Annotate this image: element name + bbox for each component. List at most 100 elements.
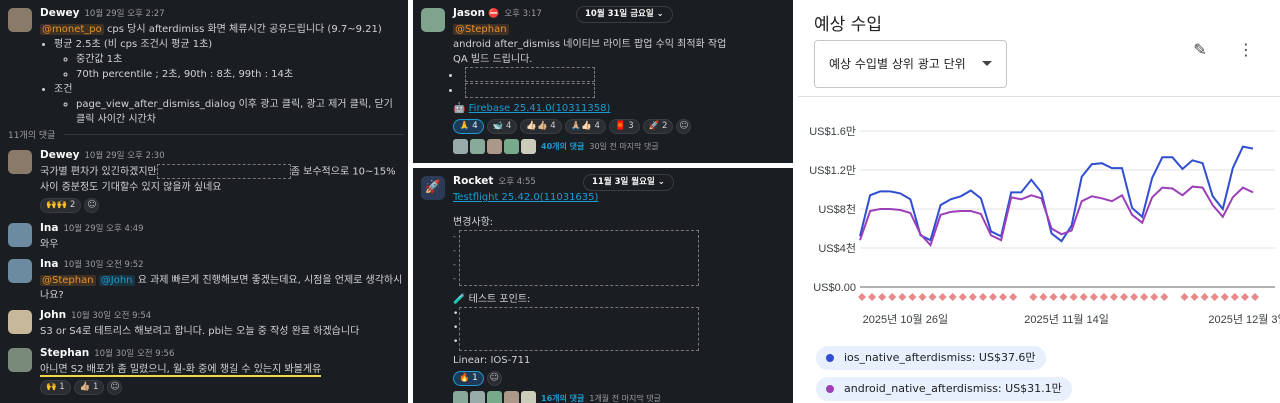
avatar[interactable] — [421, 8, 445, 32]
avatar — [453, 391, 468, 403]
bullet-text: 조건 — [54, 84, 73, 95]
avatar[interactable] — [8, 348, 32, 372]
slack-message-panel: 10월 31일 금요일 ⌄ Jason ⛔ 오후 3:17 @Stephan an… — [413, 0, 793, 163]
mention[interactable]: @Stephan — [453, 24, 509, 35]
timestamp[interactable]: 오후 3:17 — [504, 9, 541, 19]
x-tick-label: 2025년 10월 26일 — [863, 312, 948, 326]
legend-label: android_native_afterdismiss: US$31.1만 — [844, 382, 1062, 395]
reply-message: John 10월 30일 오전 9:54 S3 or S4로 테트리스 해보려고 … — [8, 308, 404, 339]
build-link[interactable]: Testflight 25.42.0(11031635) — [453, 192, 598, 203]
legend-dot — [826, 354, 834, 362]
card-title: 예상 수입 — [814, 15, 882, 35]
reaction-thumbs[interactable]: 👍🏻👍🏼 4 — [520, 119, 562, 134]
thread-summary[interactable]: 16개의 댓글 1개월 전 마지막 댓글 — [453, 391, 789, 403]
reaction-raised-hands[interactable]: 🙌 1 — [40, 380, 71, 395]
reply-count[interactable]: 16개의 댓글 — [541, 394, 584, 403]
avatar[interactable] — [8, 8, 32, 32]
linear-ticket: Linear: IOS-711 — [453, 355, 531, 366]
add-reaction-icon[interactable]: ☺ — [107, 380, 123, 395]
diamond-marker — [1069, 293, 1078, 301]
y-tick-label: US$0.00 — [813, 282, 856, 294]
message-text: S3 or S4로 테트리스 해보려고 합니다. pbi는 오늘 중 작성 완료… — [40, 326, 360, 337]
avatar[interactable] — [8, 259, 32, 283]
avatar[interactable] — [8, 310, 32, 334]
reaction-thumbs[interactable]: 🙏🏼👍🏻 4 — [564, 119, 606, 134]
avatar — [470, 391, 485, 403]
timestamp[interactable]: 10월 30일 오전 9:52 — [63, 260, 143, 270]
author-name[interactable]: Jason — [453, 7, 485, 19]
timestamp[interactable]: 10월 30일 오전 9:56 — [94, 349, 174, 359]
message: 🚀 Rocket 오후 4:55 Testflight 25.42.0(11031… — [421, 174, 789, 403]
author-name[interactable]: Rocket — [453, 175, 493, 187]
add-reaction-icon[interactable]: ☺ — [84, 197, 100, 213]
thread-summary[interactable]: 40개의 댓글 30일 전 마지막 댓글 — [453, 139, 789, 155]
build-link[interactable]: Firebase 25.41.0(10311358) — [469, 103, 611, 114]
diamond-marker — [1220, 293, 1229, 301]
author-name[interactable]: Stephan — [40, 347, 89, 359]
slack-thread-panel: Dewey 10월 29일 오후 2:27 @monet_po cps 당시 af… — [0, 0, 408, 403]
diamond-marker — [1150, 293, 1159, 301]
diamond-marker — [1029, 293, 1038, 301]
diamond-marker — [978, 293, 987, 301]
timestamp[interactable]: 10월 29일 오후 2:27 — [85, 9, 165, 19]
author-name[interactable]: Dewey — [40, 149, 80, 161]
diamond-marker — [888, 293, 897, 301]
avatar[interactable] — [8, 150, 32, 174]
y-tick-label: US$8천 — [818, 202, 856, 216]
dropdown-value: 예상 수입별 상위 광고 단위 — [829, 57, 966, 71]
legend-chip-ios[interactable]: ios_native_afterdismiss: US$37.6만 — [816, 346, 1046, 370]
android-icon: 🤖 — [453, 103, 466, 114]
timestamp[interactable]: 오후 4:55 — [498, 177, 535, 187]
add-reaction-icon[interactable]: ☺ — [676, 119, 692, 134]
mention[interactable]: @Stephan — [40, 275, 96, 286]
avatar — [504, 391, 519, 403]
reaction-rocket[interactable]: 🚀 2 — [642, 119, 674, 134]
redacted-block — [459, 230, 699, 286]
reaction-whale[interactable]: 🐋 4 — [486, 119, 518, 134]
revenue-line-chart: US$1.6만 US$1.2만 US$8천 US$4천 US$0.00 2025년 10월… — [809, 125, 1280, 326]
timestamp[interactable]: 10월 29일 오후 2:30 — [85, 151, 165, 161]
divider — [64, 134, 404, 135]
parent-message: Dewey 10월 29일 오후 2:27 @monet_po cps 당시 af… — [8, 6, 404, 127]
reaction-envelope[interactable]: 🧧 3 — [608, 119, 640, 134]
author-name[interactable]: Ina — [40, 222, 58, 234]
diamond-marker — [1230, 293, 1239, 301]
ad-unit-dropdown[interactable]: 예상 수입별 상위 광고 단위 — [814, 40, 1007, 88]
edit-pencil-icon[interactable]: ✎ — [1188, 38, 1212, 62]
y-tick-label: US$4천 — [818, 241, 856, 255]
legend-chip-android[interactable]: android_native_afterdismiss: US$31.1만 — [816, 377, 1072, 401]
reply-count: 11개의 댓글 — [8, 131, 56, 141]
rocket-icon[interactable]: 🚀 — [421, 176, 445, 200]
test-points-list: • • • — [453, 307, 789, 353]
avatar — [487, 139, 502, 154]
reaction-raised-hands[interactable]: 🙌🙌 2 — [40, 197, 82, 213]
author-name[interactable]: Dewey — [40, 7, 80, 19]
timestamp[interactable]: 10월 29일 오후 4:49 — [63, 224, 143, 234]
test-tube-icon: 🧪 — [453, 294, 466, 305]
diamond-marker — [938, 293, 947, 301]
x-tick-label: 2025년 12월 3일 — [1208, 312, 1280, 326]
bullet-text: 평균 2.5초 (비 cps 조건시 평균 1초) — [54, 39, 213, 50]
reaction-fire[interactable]: 🔥 1 — [453, 371, 484, 386]
message-text: 사이 증분정도 기대할수 있지 않을까 싶네요 — [40, 181, 222, 193]
author-name[interactable]: John — [40, 309, 66, 321]
reaction-pray[interactable]: 🙏 4 — [453, 119, 484, 134]
diamond-marker — [1140, 293, 1149, 301]
more-vert-icon[interactable]: ⋮ — [1234, 38, 1258, 62]
mention[interactable]: @monet_po — [40, 24, 104, 35]
diamond-marker — [968, 293, 977, 301]
timestamp[interactable]: 10월 30일 오전 9:54 — [71, 311, 151, 321]
avatar[interactable] — [8, 223, 32, 247]
reaction-thumbs-up[interactable]: 👍🏼 1 — [73, 380, 105, 395]
diamond-marker — [898, 293, 907, 301]
diamond-marker — [999, 293, 1008, 301]
diamond-marker — [1079, 293, 1088, 301]
message-text: 좀 보수적으로 10~15% — [290, 166, 396, 178]
diamond-marker — [908, 293, 917, 301]
avatar — [521, 391, 536, 403]
bullet-list — [461, 67, 789, 98]
author-name[interactable]: Ina — [40, 258, 58, 270]
add-reaction-icon[interactable]: ☺ — [486, 371, 502, 386]
mention[interactable]: @John — [98, 275, 135, 286]
reply-count[interactable]: 40개의 댓글 — [541, 142, 584, 151]
